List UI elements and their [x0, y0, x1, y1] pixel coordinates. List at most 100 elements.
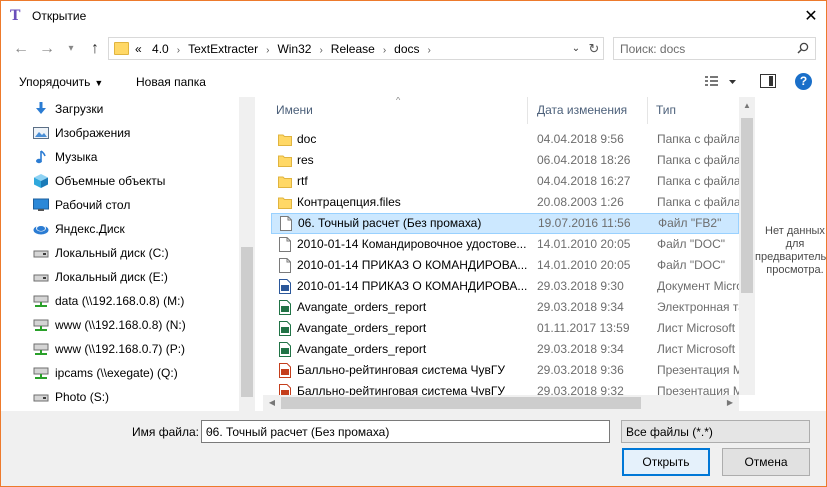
column-header-name[interactable]: ^ Имени — [263, 97, 528, 124]
command-bar: Упорядочить ▼ Новая папка ? — [1, 68, 826, 96]
scroll-right-icon[interactable]: ▶ — [723, 395, 737, 411]
network-drive-icon — [33, 319, 49, 331]
file-type: Папка с файлами — [657, 153, 739, 167]
close-button[interactable]: ✕ — [796, 1, 826, 32]
file-list-horizontal-scrollbar-thumb[interactable] — [281, 397, 641, 409]
address-bar[interactable]: « 4.0 › TextExtracter › Win32 › Release › docs › … — [108, 37, 604, 60]
sidebar-item-pictures[interactable]: Изображения — [33, 122, 238, 144]
sidebar-item-3d-objects[interactable]: Объемные объекты — [33, 170, 238, 192]
file-row[interactable]: Avangate_orders_report 29.03.2018 9:34 Э… — [271, 297, 739, 318]
file-row[interactable]: 2010-01-14 Командировочное удостове... 1… — [271, 234, 739, 255]
excel-icon — [279, 300, 291, 315]
folder-icon — [278, 134, 292, 146]
file-row[interactable]: Балльно-рейтинговая система ЧувГУ 29.03.… — [271, 360, 739, 381]
organize-button[interactable]: Упорядочить ▼ — [19, 75, 103, 89]
file-row[interactable]: Avangate_orders_report 01.11.2017 13:59 … — [271, 318, 739, 339]
breadcrumb-item[interactable]: docs — [394, 42, 419, 56]
file-row[interactable]: doc 04.04.2018 9:56 Папка с файлами — [271, 129, 739, 150]
file-type: Лист Microsoft — [657, 342, 736, 356]
filetype-select[interactable]: Все файлы (*.*) ⌄ — [621, 420, 810, 443]
file-row[interactable]: 2010-01-14 ПРИКАЗ О КОМАНДИРОВА... 14.01… — [271, 255, 739, 276]
file-name: 2010-01-14 ПРИКАЗ О КОМАНДИРОВА... — [297, 279, 527, 293]
file-date: 20.08.2003 1:26 — [537, 195, 624, 209]
pictures-icon — [33, 127, 49, 139]
word-icon — [279, 279, 291, 294]
file-name: rtf — [297, 174, 308, 188]
sidebar-scrollbar-thumb[interactable] — [241, 247, 253, 397]
breadcrumb-item[interactable]: 4.0 — [152, 42, 169, 56]
folder-icon — [278, 155, 292, 167]
file-name: Балльно-рейтинговая система ЧувГУ — [297, 363, 506, 377]
sidebar-item-desktop[interactable]: Рабочий стол — [33, 194, 238, 216]
file-name: 2010-01-14 Командировочное удостове... — [297, 237, 527, 251]
file-row[interactable]: 2010-01-14 ПРИКАЗ О КОМАНДИРОВА... 29.03… — [271, 276, 739, 297]
breadcrumb-item[interactable]: TextExtracter — [188, 42, 258, 56]
chevron-right-icon[interactable]: › — [177, 45, 180, 56]
file-date: 04.04.2018 16:27 — [537, 174, 631, 188]
yandex-disk-icon — [33, 224, 49, 235]
forward-arrow-icon[interactable]: → — [37, 39, 57, 59]
column-header-date[interactable]: Дата изменения — [528, 97, 648, 124]
search-icon[interactable] — [797, 42, 809, 54]
sidebar-item-label: Яндекс.Диск — [55, 222, 125, 236]
file-row-selected[interactable]: 06. Точный расчет (Без промаха) 19.07.20… — [271, 213, 739, 234]
sort-ascending-icon: ^ — [396, 97, 401, 105]
chevron-down-icon[interactable]: ⌄ — [567, 38, 585, 59]
scroll-left-icon[interactable]: ◀ — [265, 395, 279, 411]
file-type: Документ Microsoft — [657, 279, 739, 293]
preview-pane-icon[interactable] — [760, 74, 776, 88]
help-icon[interactable]: ? — [795, 73, 812, 90]
file-row[interactable]: rtf 04.04.2018 16:27 Папка с файлами — [271, 171, 739, 192]
3d-objects-icon — [34, 174, 48, 188]
sidebar-item-label: Изображения — [55, 126, 131, 140]
sidebar-item-drive-c[interactable]: Локальный диск (C:) — [33, 242, 238, 264]
file-row[interactable]: Контрацепция.files 20.08.2003 1:26 Папка… — [271, 192, 739, 213]
file-list-vertical-scrollbar-thumb[interactable] — [741, 118, 753, 293]
change-view-icon[interactable] — [703, 74, 739, 90]
sidebar-item-drive-e[interactable]: Локальный диск (E:) — [33, 266, 238, 288]
breadcrumb-item[interactable]: Release — [331, 42, 375, 56]
open-button[interactable]: Открыть — [622, 448, 710, 476]
sidebar-item-label: data (\\192.168.0.8) (M:) — [55, 294, 185, 308]
chevron-right-icon[interactable]: › — [428, 45, 431, 56]
sidebar-item-label: Photo (S:) — [55, 390, 110, 404]
chevron-down-icon[interactable]: ⌄ — [206, 425, 607, 436]
sidebar-item-downloads[interactable]: Загрузки — [33, 98, 238, 120]
chevron-right-icon[interactable]: › — [383, 45, 386, 56]
file-icon — [280, 216, 292, 231]
sidebar-item-drive-n[interactable]: www (\\192.168.0.8) (N:) — [33, 314, 238, 336]
sidebar-item-drive-p[interactable]: www (\\192.168.0.7) (P:) — [33, 338, 238, 360]
breadcrumb-item[interactable]: Win32 — [277, 42, 311, 56]
sidebar-item-label: ipcams (\\exegate) (Q:) — [55, 366, 178, 380]
chevron-down-icon[interactable]: ⌄ — [626, 425, 805, 436]
chevron-right-icon[interactable]: › — [266, 45, 269, 56]
file-row[interactable]: res 06.04.2018 18:26 Папка с файлами — [271, 150, 739, 171]
sidebar-item-yandex-disk[interactable]: Яндекс.Диск — [33, 218, 238, 240]
desktop-icon — [33, 198, 49, 211]
filename-field[interactable]: 06. Точный расчет (Без промаха) ⌄ — [201, 420, 610, 443]
refresh-icon[interactable]: ↻ — [585, 38, 603, 59]
new-folder-button[interactable]: Новая папка — [136, 75, 206, 89]
cancel-button[interactable]: Отмена — [722, 448, 810, 476]
folder-icon — [114, 42, 129, 55]
file-row[interactable]: Avangate_orders_report 29.03.2018 9:34 Л… — [271, 339, 739, 360]
sidebar-item-drive-s[interactable]: Photo (S:) — [33, 386, 238, 408]
search-input[interactable] — [620, 41, 790, 56]
scroll-up-icon[interactable]: ▲ — [739, 99, 755, 113]
breadcrumb: « 4.0 › TextExtracter › Win32 › Release › docs › — [135, 42, 439, 56]
sidebar-item-drive-m[interactable]: data (\\192.168.0.8) (M:) — [33, 290, 238, 312]
search-box[interactable] — [613, 37, 816, 60]
excel-icon — [279, 342, 291, 357]
sidebar-item-label: www (\\192.168.0.8) (N:) — [55, 318, 186, 332]
file-date: 14.01.2010 20:05 — [537, 237, 631, 251]
back-arrow-icon[interactable]: ← — [11, 39, 31, 59]
up-arrow-icon[interactable]: ↑ — [85, 39, 105, 59]
recent-locations-dropdown-icon[interactable]: ▾ — [63, 39, 79, 59]
download-icon — [36, 102, 46, 114]
sidebar-item-drive-q[interactable]: ipcams (\\exegate) (Q:) — [33, 362, 238, 384]
chevron-right-icon[interactable]: › — [319, 45, 322, 56]
sidebar-item-music[interactable]: Музыка — [33, 146, 238, 168]
breadcrumb-overflow[interactable]: « — [135, 42, 142, 56]
powerpoint-icon — [279, 363, 291, 378]
file-name: 06. Точный расчет (Без промаха) — [298, 216, 482, 230]
